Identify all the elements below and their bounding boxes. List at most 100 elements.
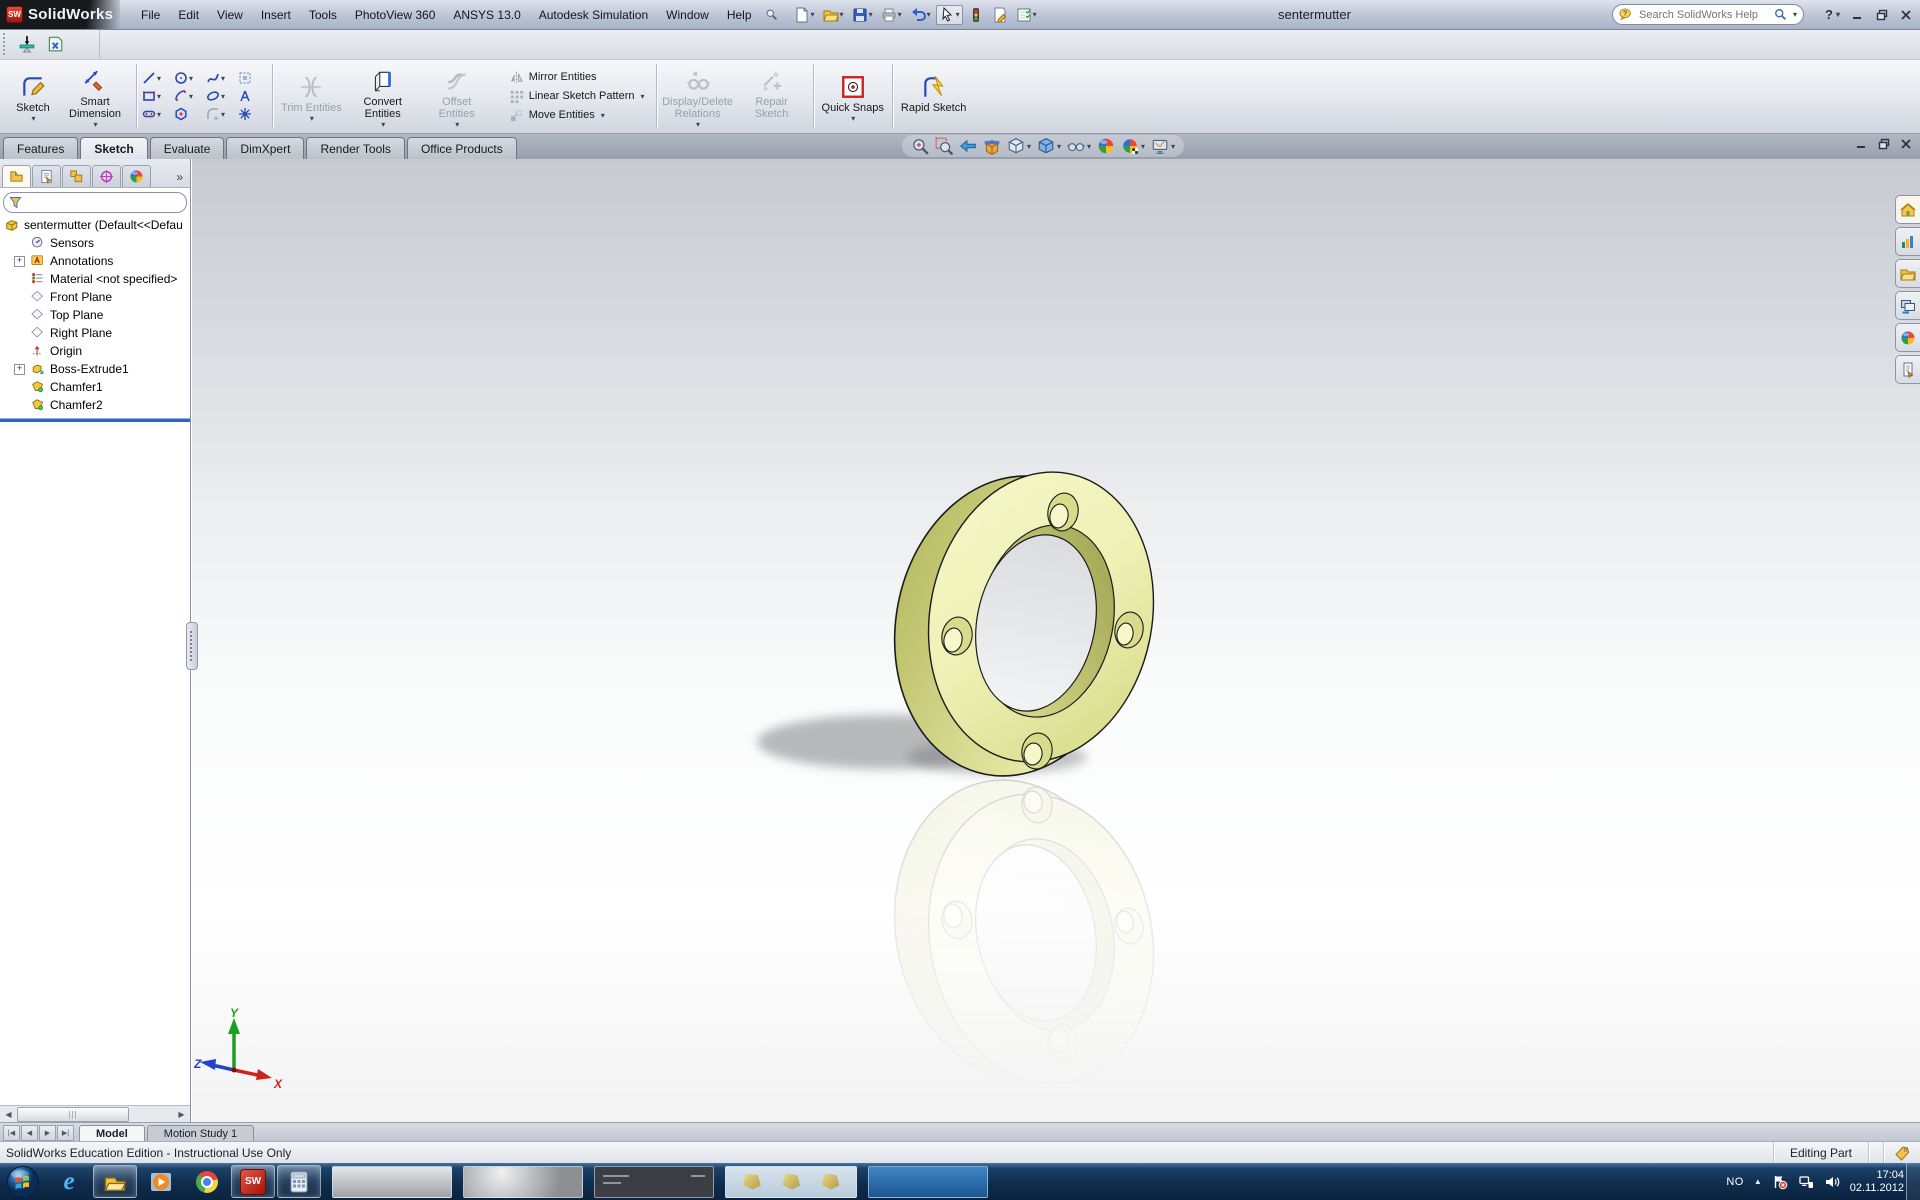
taskbar-item-solidworks[interactable]: SW xyxy=(231,1165,275,1198)
circle-button[interactable]: ▾ xyxy=(174,71,203,85)
tray-network-icon[interactable] xyxy=(1798,1174,1814,1190)
scroll-left-icon[interactable]: ◀ xyxy=(1,1110,16,1119)
help-caret-icon[interactable]: ▾ xyxy=(1836,10,1840,19)
panel-tab-configurationmanager[interactable] xyxy=(62,165,91,187)
menu-item-help[interactable]: Help xyxy=(718,1,761,29)
panel-hscrollbar[interactable]: ◀ ||| ▶ xyxy=(0,1105,190,1122)
filter-input[interactable] xyxy=(26,196,181,210)
taskbar-item-media-player[interactable] xyxy=(139,1165,183,1198)
file-properties-button[interactable] xyxy=(989,5,1011,25)
graphics-viewport[interactable]: Y X Z xyxy=(192,159,1920,1122)
close-button[interactable] xyxy=(1900,9,1912,21)
taskbar-item-chrome[interactable] xyxy=(185,1165,229,1198)
ellipse-button[interactable]: ▾ xyxy=(206,89,235,103)
tree-item-chamfer2[interactable]: Chamfer2 xyxy=(0,396,190,414)
point-button[interactable] xyxy=(238,107,267,121)
window-preview-cad-parts[interactable] xyxy=(725,1166,857,1198)
dropdown-caret-icon[interactable]: ▾ xyxy=(696,120,700,129)
dropdown-caret-icon[interactable]: ▾ xyxy=(189,92,193,101)
hide-show-items-button[interactable]: ▾ xyxy=(1067,137,1091,155)
edit-appearance-button[interactable] xyxy=(1097,137,1115,155)
tree-filter[interactable] xyxy=(3,192,187,213)
smart-dimension-button[interactable]: Smart Dimension▾ xyxy=(59,63,131,130)
menu-item-autodesk-simulation[interactable]: Autodesk Simulation xyxy=(530,1,657,29)
tab-evaluate[interactable]: Evaluate xyxy=(150,137,225,159)
previous-view-button[interactable] xyxy=(959,137,977,155)
menu-item-window[interactable]: Window xyxy=(657,1,718,29)
datum-probe-button[interactable] xyxy=(15,32,39,56)
tree-item-annotations[interactable]: +Annotations xyxy=(0,252,190,270)
nav-prev-button[interactable]: ◀ xyxy=(21,1125,38,1141)
help-button[interactable]: ?▾ xyxy=(1825,7,1840,22)
dropdown-caret-icon[interactable]: ▾ xyxy=(927,10,931,19)
quick-snaps-button[interactable]: Quick Snaps▾ xyxy=(819,69,887,124)
polygon-button[interactable] xyxy=(174,107,203,121)
menu-item-view[interactable]: View xyxy=(208,1,252,29)
tab-render-tools[interactable]: Render Tools xyxy=(306,137,405,159)
dropdown-caret-icon[interactable]: ▾ xyxy=(221,92,225,101)
panel-split-bar[interactable] xyxy=(0,418,190,422)
pin-icon[interactable] xyxy=(765,8,779,22)
mirror-entities-button[interactable]: Mirror Entities xyxy=(509,70,645,85)
tree-item-origin[interactable]: Origin xyxy=(0,342,190,360)
dropdown-caret-icon[interactable]: ▾ xyxy=(381,120,385,129)
custom-properties-tag-icon[interactable] xyxy=(1884,1145,1920,1161)
convert-entities-button[interactable]: Convert Entities▾ xyxy=(347,63,419,130)
language-indicator[interactable]: NO xyxy=(1726,1176,1744,1188)
scroll-right-icon[interactable]: ▶ xyxy=(174,1110,189,1119)
menu-item-insert[interactable]: Insert xyxy=(252,1,300,29)
document-restore-button[interactable] xyxy=(1878,138,1890,150)
dropdown-caret-icon[interactable]: ▾ xyxy=(840,10,844,19)
panel-tab-featuremanager[interactable] xyxy=(2,165,31,187)
save-button[interactable]: ▾ xyxy=(849,5,876,25)
window-preview-silver[interactable] xyxy=(332,1166,452,1198)
dropdown-caret-icon[interactable]: ▾ xyxy=(641,92,645,101)
search-input[interactable] xyxy=(1637,8,1770,22)
minimize-button[interactable] xyxy=(1852,9,1864,21)
display-style-button[interactable]: ▾ xyxy=(1037,137,1061,155)
dropdown-caret-icon[interactable]: ▾ xyxy=(811,10,815,19)
taskpane-tab-home[interactable] xyxy=(1895,195,1920,224)
sketch-text-button[interactable] xyxy=(238,89,267,103)
scrollbar-thumb[interactable]: ||| xyxy=(17,1107,129,1122)
toolbar-drag-handle[interactable] xyxy=(3,33,9,55)
dropdown-caret-icon[interactable]: ▾ xyxy=(157,110,161,119)
view-settings-button[interactable]: ▾ xyxy=(1151,137,1175,155)
dropdown-caret-icon[interactable]: ▾ xyxy=(310,114,314,123)
search-dropdown-caret-icon[interactable]: ▾ xyxy=(1793,10,1797,19)
new-document-button[interactable]: ▾ xyxy=(791,5,818,25)
dropdown-caret-icon[interactable]: ▾ xyxy=(31,114,35,123)
dropdown-caret-icon[interactable]: ▾ xyxy=(93,120,97,129)
nav-next-button[interactable]: ▶ xyxy=(39,1125,56,1141)
taskbar-item-windows-explorer[interactable] xyxy=(93,1165,137,1198)
restore-button[interactable] xyxy=(1876,9,1888,21)
move-entities-button[interactable]: Move Entities▾ xyxy=(509,108,645,123)
tree-item-material-not-specified[interactable]: Material <not specified> xyxy=(0,270,190,288)
taskpane-tab-appearances[interactable] xyxy=(1895,323,1920,352)
sketch-picture-button[interactable] xyxy=(238,71,267,85)
expand-toggle[interactable]: + xyxy=(14,256,25,267)
dropdown-caret-icon[interactable]: ▾ xyxy=(157,92,161,101)
dropdown-caret-icon[interactable]: ▾ xyxy=(1087,142,1091,151)
start-button[interactable] xyxy=(0,1163,46,1200)
view-orientation-button[interactable]: ▾ xyxy=(1007,137,1031,155)
dropdown-caret-icon[interactable]: ▾ xyxy=(898,10,902,19)
doc-tab-model[interactable]: Model xyxy=(79,1125,145,1142)
apply-scene-button[interactable]: ▾ xyxy=(1121,137,1145,155)
magnifier-icon[interactable] xyxy=(1774,8,1788,22)
fillet-button[interactable]: ▾ xyxy=(206,107,235,121)
model-canvas[interactable] xyxy=(192,159,1920,1122)
rebuild-traffic-light-button[interactable] xyxy=(965,5,987,25)
zoom-to-area-button[interactable] xyxy=(935,137,953,155)
rapid-sketch-button[interactable]: Rapid Sketch xyxy=(898,69,969,124)
undo-button[interactable]: ▾ xyxy=(907,5,934,25)
tray-action-center-flag-icon[interactable] xyxy=(1772,1174,1788,1190)
arc-button[interactable]: ▾ xyxy=(174,89,203,103)
dropdown-caret-icon[interactable]: ▾ xyxy=(1033,10,1037,19)
help-search[interactable]: ? ▾ xyxy=(1612,4,1804,25)
spline-button[interactable]: ▾ xyxy=(206,71,235,85)
open-folder-button[interactable]: ▾ xyxy=(820,5,847,25)
print-button[interactable]: ▾ xyxy=(878,5,905,25)
menu-item-photoview-360[interactable]: PhotoView 360 xyxy=(346,1,445,29)
taskpane-tab-file-explorer[interactable] xyxy=(1895,291,1920,320)
